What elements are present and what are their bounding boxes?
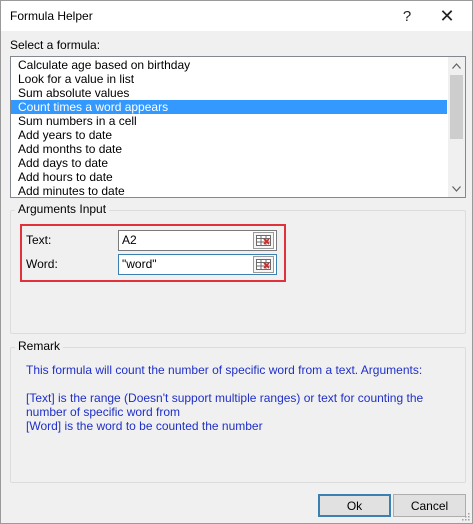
window-title: Formula Helper [10, 9, 93, 23]
formula-helper-dialog: Formula Helper ? ✕ Select a formula: Cal… [0, 0, 473, 524]
formula-list-item[interactable]: Count times a word appears [11, 100, 447, 114]
formula-list-items: Calculate age based on birthday Look for … [11, 58, 447, 197]
text-argument-field[interactable]: A2 [118, 230, 277, 251]
formula-list-item[interactable]: Sum numbers in a cell [11, 114, 447, 128]
range-select-icon [256, 259, 271, 270]
close-button[interactable]: ✕ [433, 5, 461, 27]
ok-button[interactable]: Ok [318, 494, 391, 517]
formula-list-item[interactable]: Add minutes to date [11, 184, 447, 197]
word-argument-value: "word" [122, 257, 157, 271]
text-argument-label: Text: [26, 233, 52, 247]
close-icon: ✕ [439, 5, 455, 26]
remark-legend: Remark [15, 339, 64, 353]
remark-text: This formula will count the number of sp… [26, 363, 456, 433]
formula-list-item[interactable]: Add months to date [11, 142, 447, 156]
text-range-select-button[interactable] [253, 232, 274, 249]
scroll-down-icon[interactable] [448, 180, 465, 197]
remark-line-word-arg: [Word] is the word to be counted the num… [26, 419, 263, 433]
help-button[interactable]: ? [393, 5, 421, 27]
text-argument-value: A2 [122, 233, 137, 247]
scroll-up-icon[interactable] [448, 57, 465, 74]
word-argument-label: Word: [26, 257, 58, 271]
formula-list-item[interactable]: Add days to date [11, 156, 447, 170]
resize-grip-icon[interactable] [462, 513, 470, 521]
arguments-input-legend: Arguments Input [15, 202, 110, 216]
formula-list-item[interactable]: Add hours to date [11, 170, 447, 184]
select-formula-label: Select a formula: [10, 38, 101, 52]
formula-list-item[interactable]: Sum absolute values [11, 86, 447, 100]
formula-list-item[interactable]: Look for a value in list [11, 72, 447, 86]
formula-list-item[interactable]: Calculate age based on birthday [11, 58, 447, 72]
remark-line-summary: This formula will count the number of sp… [26, 363, 423, 377]
formula-list-item[interactable]: Add years to date [11, 128, 447, 142]
cancel-button[interactable]: Cancel [393, 494, 466, 517]
word-argument-field[interactable]: "word" [118, 254, 277, 275]
title-bar: Formula Helper ? ✕ [1, 1, 472, 31]
formula-listbox[interactable]: Calculate age based on birthday Look for … [10, 56, 466, 198]
word-range-select-button[interactable] [253, 256, 274, 273]
remark-group: Remark This formula will count the numbe… [10, 339, 466, 483]
arguments-input-group: Arguments Input Text: A2 Word: "word" [10, 202, 466, 334]
remark-line-text-arg: [Text] is the range (Doesn't support mul… [26, 391, 424, 419]
list-scrollbar[interactable] [448, 57, 465, 197]
range-select-icon [256, 235, 271, 246]
scroll-thumb[interactable] [450, 75, 463, 139]
help-icon: ? [402, 7, 412, 25]
